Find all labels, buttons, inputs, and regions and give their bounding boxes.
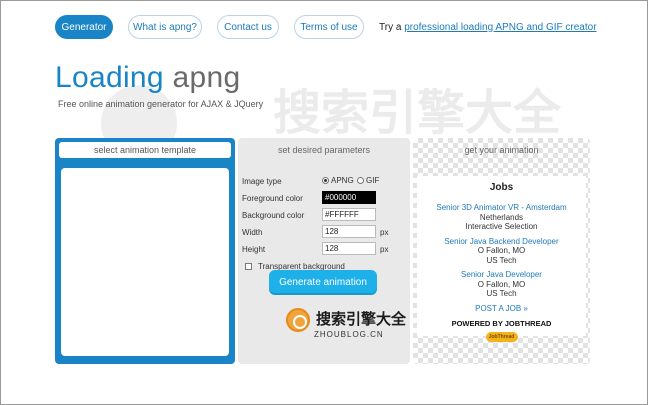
nav-what-is-apng-button[interactable]: What is apng? bbox=[128, 15, 202, 39]
width-unit: px bbox=[380, 228, 389, 237]
result-panel-header: get your animation bbox=[464, 145, 539, 155]
top-nav: Generator What is apng? Contact us Terms… bbox=[55, 15, 597, 39]
result-panel: get your animation Jobs Senior 3D Animat… bbox=[413, 138, 590, 364]
brand-text-cn: 搜索引擎大全 bbox=[316, 310, 407, 328]
brand-text-en: ZHOUBLOG.CN bbox=[314, 330, 384, 339]
height-input[interactable]: 128 bbox=[322, 242, 376, 255]
job-item: Senior Java Developer O Fallon, MO US Te… bbox=[417, 270, 586, 299]
job-title-link[interactable]: Senior 3D Animator VR - Amsterdam bbox=[417, 203, 586, 213]
promo-prefix: Try a bbox=[379, 21, 402, 33]
job-item: Senior Java Backend Developer O Fallon, … bbox=[417, 237, 586, 266]
params-panel-header: set desired parameters bbox=[277, 145, 371, 155]
image-type-row: Image type APNG GIF bbox=[242, 174, 406, 191]
job-location: O Fallon, MO bbox=[477, 246, 526, 255]
job-title-link[interactable]: Senior Java Developer bbox=[417, 270, 586, 280]
brand-logo-icon bbox=[286, 308, 310, 332]
jobs-title: Jobs bbox=[489, 182, 514, 193]
page-title-part2: apng bbox=[172, 61, 241, 94]
image-type-label: Image type bbox=[242, 177, 282, 186]
transparent-checkbox[interactable] bbox=[245, 262, 252, 270]
template-list[interactable] bbox=[61, 168, 229, 356]
fg-color-row: Foreground color #000000 bbox=[242, 191, 406, 208]
height-row: Height 128 px bbox=[242, 242, 406, 259]
fg-color-label: Foreground color bbox=[242, 194, 303, 203]
height-label: Height bbox=[242, 245, 266, 254]
bg-color-label: Background color bbox=[242, 211, 305, 220]
job-location: O Fallon, MO bbox=[477, 279, 526, 289]
watermark-text: 搜索引擎大全 bbox=[273, 85, 562, 141]
page-subtitle: Free online animation generator for AJAX… bbox=[58, 99, 264, 109]
job-company: Interactive Selection bbox=[465, 222, 538, 231]
job-location: Netherlands bbox=[479, 212, 524, 222]
promo-text: Try a professional loading APNG and GIF … bbox=[379, 22, 597, 33]
nav-contact-button[interactable]: Contact us bbox=[217, 15, 279, 39]
fg-color-input[interactable]: #000000 bbox=[322, 191, 376, 204]
radio-gif[interactable]: GIF bbox=[357, 176, 379, 185]
radio-gif-label: GIF bbox=[366, 176, 380, 185]
radio-gif-dot[interactable] bbox=[357, 177, 364, 184]
promo-link[interactable]: professional loading APNG and GIF creato… bbox=[404, 22, 596, 33]
template-panel-header: select animation template bbox=[59, 142, 231, 158]
width-row: Width 128 px bbox=[242, 225, 406, 242]
bg-color-row: Background color #FFFFFF bbox=[242, 208, 406, 225]
nav-generator-button[interactable]: Generator bbox=[55, 15, 113, 39]
job-company: US Tech bbox=[486, 255, 517, 265]
jobs-widget: Jobs Senior 3D Animator VR - Amsterdam N… bbox=[417, 176, 586, 342]
generate-animation-button[interactable]: Generate animation bbox=[269, 270, 377, 295]
radio-apng-dot[interactable] bbox=[322, 177, 329, 184]
jobthread-logo[interactable]: JobThread bbox=[485, 331, 518, 342]
radio-apng[interactable]: APNG bbox=[322, 176, 354, 185]
page-title-part1: Loading bbox=[55, 61, 164, 94]
nav-terms-button[interactable]: Terms of use bbox=[294, 15, 364, 39]
width-input[interactable]: 128 bbox=[322, 225, 376, 238]
height-unit: px bbox=[380, 245, 389, 254]
radio-apng-label: APNG bbox=[331, 176, 354, 185]
bg-color-input[interactable]: #FFFFFF bbox=[322, 208, 376, 221]
site-brand: 搜索引擎大全 ZHOUBLOG.CN bbox=[286, 306, 406, 346]
width-label: Width bbox=[242, 228, 263, 237]
page-title: Loading apng bbox=[55, 61, 240, 95]
template-panel: select animation template bbox=[55, 138, 235, 364]
powered-by-text: POWERED BY JOBTHREAD bbox=[451, 318, 552, 328]
job-title-link[interactable]: Senior Java Backend Developer bbox=[417, 237, 586, 247]
job-company: US Tech bbox=[486, 289, 517, 298]
params-form: Image type APNG GIF Foreground color #00… bbox=[242, 174, 406, 273]
post-job-link[interactable]: POST A JOB » bbox=[417, 304, 586, 313]
job-item: Senior 3D Animator VR - Amsterdam Nether… bbox=[417, 203, 586, 232]
params-panel: set desired parameters Image type APNG G… bbox=[238, 138, 410, 364]
